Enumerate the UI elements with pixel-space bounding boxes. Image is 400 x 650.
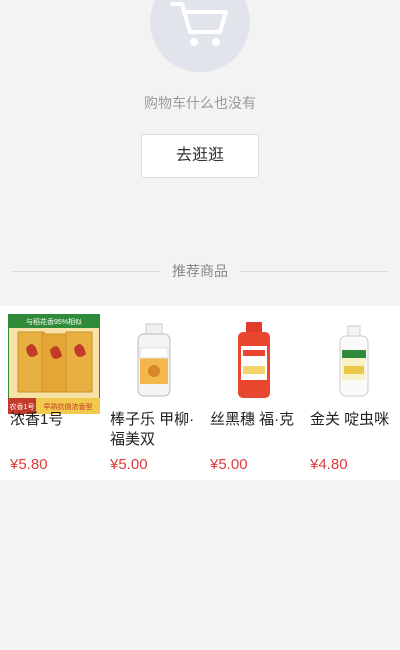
product-price: ¥5.00	[110, 456, 148, 473]
divider-right	[240, 271, 388, 272]
product-image: 与稻花香95%相似 农香1号 早熟抗倒浓香型	[7, 313, 101, 415]
product-image	[108, 314, 200, 414]
cart-illustration	[150, 0, 250, 72]
empty-cart-message: 购物车什么也没有	[144, 95, 256, 111]
product-image	[208, 314, 300, 414]
recommend-header: 推荐商品	[0, 260, 400, 282]
product-name: 金关 啶虫咪	[310, 411, 390, 428]
product-name: 棒子乐 甲柳·福美双	[110, 411, 195, 448]
product-card[interactable]: 丝黑穗 福·克 ¥5.00	[200, 306, 300, 480]
product-image	[308, 314, 400, 414]
go-shopping-button[interactable]: 去逛逛	[141, 134, 259, 178]
product-price: ¥5.80	[10, 456, 48, 473]
product-card[interactable]: 金关 啶虫咪 ¥4.80	[300, 306, 400, 480]
product-name: 浓香1号	[10, 411, 64, 428]
product-card[interactable]: 与稻花香95%相似 农香1号 早熟抗倒浓香型 浓香1号 ¥5.80	[0, 306, 101, 480]
recommended-products: 与稻花香95%相似 农香1号 早熟抗倒浓香型 浓香1号 ¥5.80 棒子乐 甲柳…	[0, 306, 400, 480]
product-card[interactable]: 棒子乐 甲柳·福美双 ¥5.00	[100, 306, 200, 480]
divider-left	[12, 271, 160, 272]
product-price: ¥4.80	[310, 456, 348, 473]
product-price: ¥5.00	[210, 456, 248, 473]
image-text-top: 与稻花香95%相似	[26, 317, 82, 326]
recommend-title: 推荐商品	[172, 263, 228, 279]
product-name: 丝黑穗 福·克	[210, 411, 295, 428]
empty-cart-section: 购物车什么也没有 去逛逛	[0, 0, 400, 260]
